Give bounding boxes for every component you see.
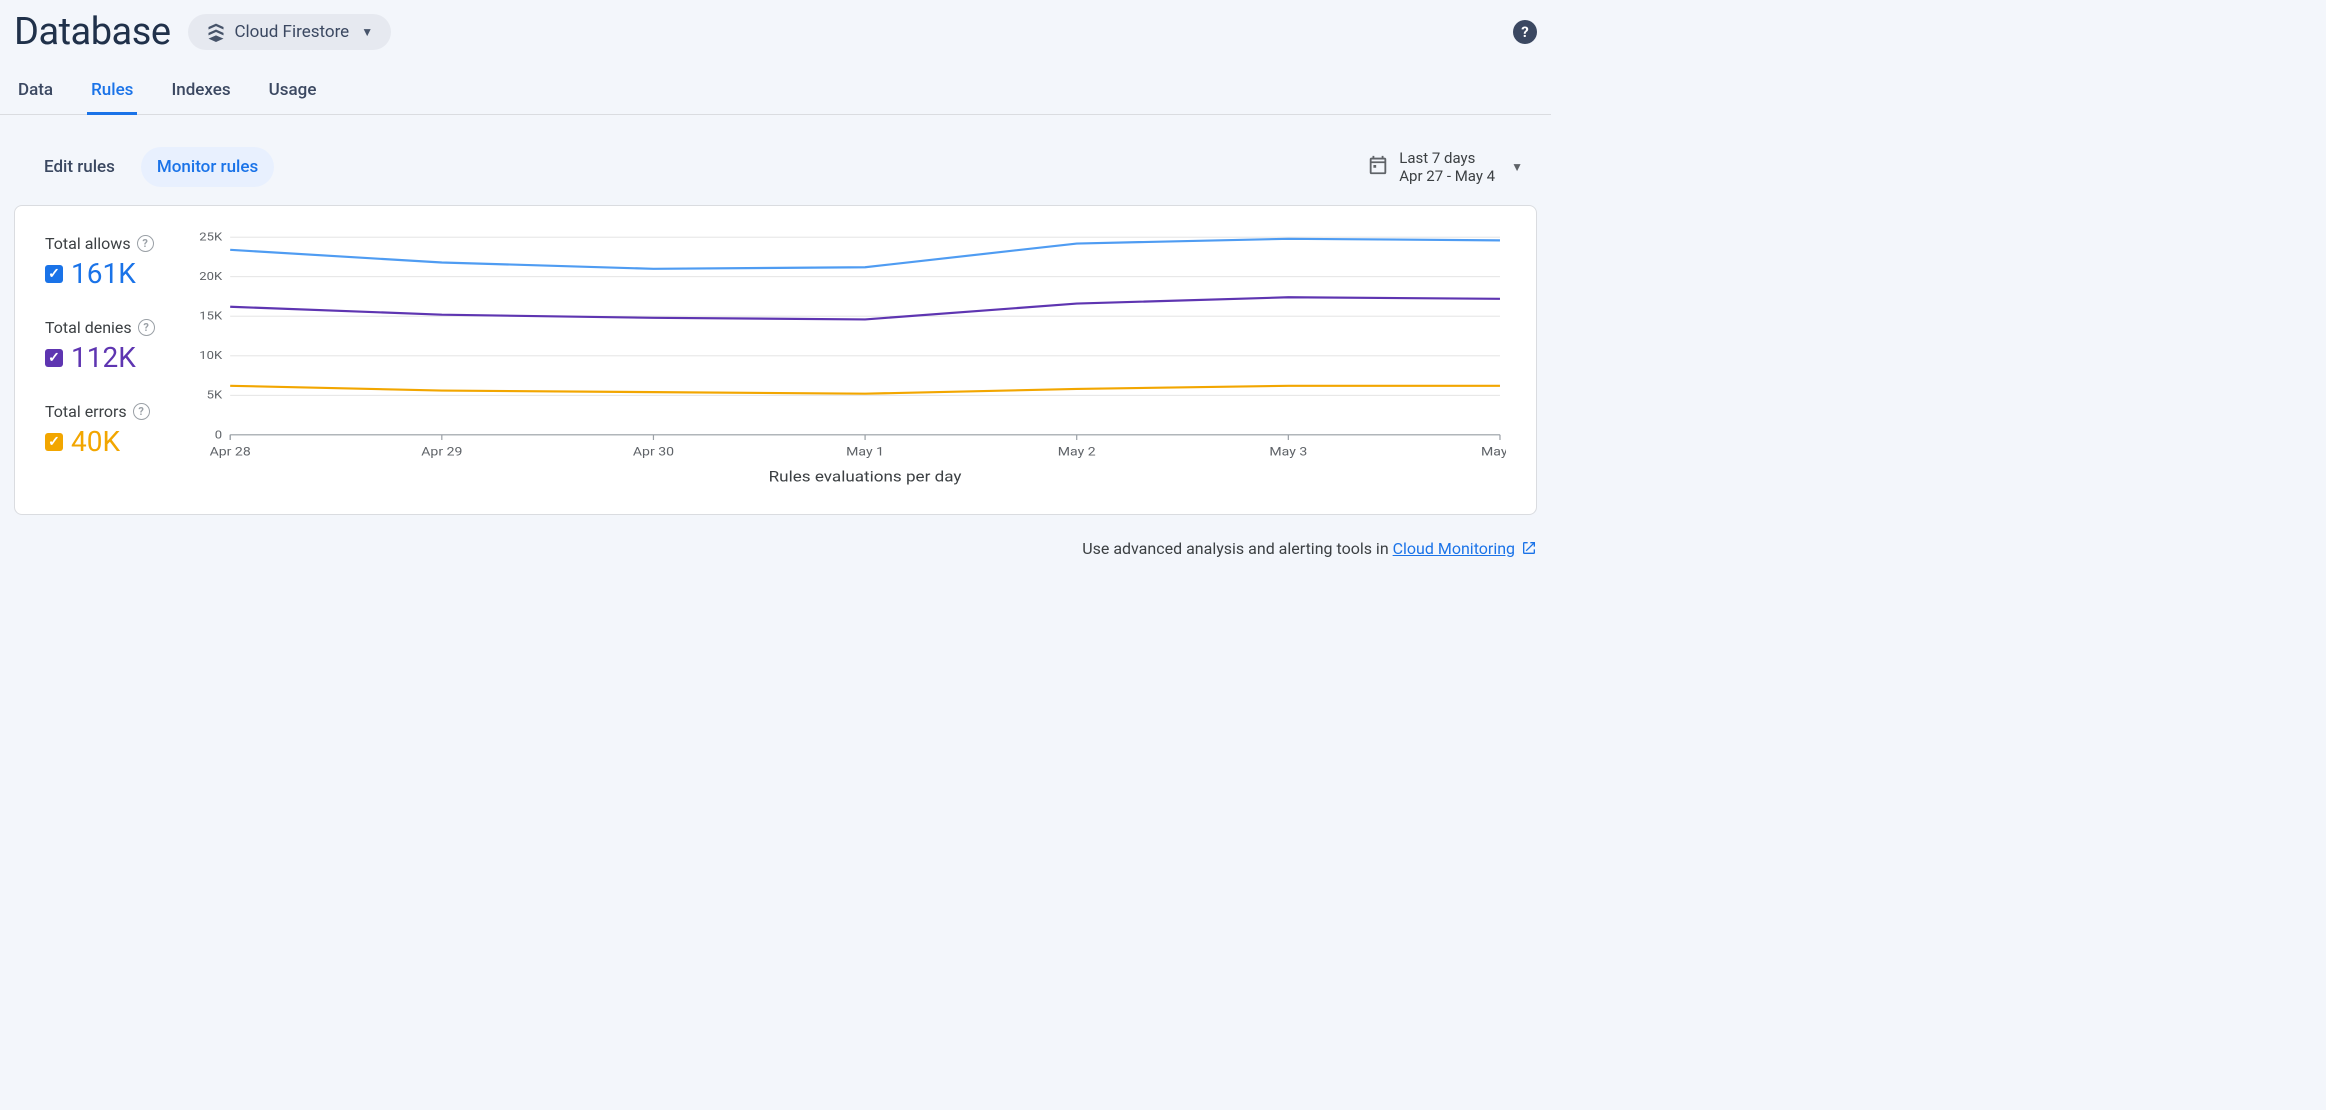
- metric-errors-checkbox[interactable]: ✓: [45, 433, 63, 451]
- info-icon[interactable]: ?: [137, 235, 154, 252]
- chart-card: Total allows ? ✓ 161K Total denies ? ✓ 1…: [14, 205, 1537, 515]
- svg-text:10K: 10K: [199, 349, 222, 362]
- metric-allows-checkbox[interactable]: ✓: [45, 265, 63, 283]
- date-range-picker[interactable]: Last 7 days Apr 27 - May 4 ▼: [1367, 149, 1523, 185]
- svg-text:May 1: May 1: [846, 445, 884, 459]
- tab-indexes[interactable]: Indexes: [167, 70, 234, 115]
- database-selector-label: Cloud Firestore: [234, 22, 349, 42]
- date-range-label: Last 7 days: [1399, 149, 1495, 167]
- tab-usage[interactable]: Usage: [265, 70, 321, 115]
- svg-text:0: 0: [215, 428, 222, 441]
- header-row: Database Cloud Firestore ▼ ?: [0, 0, 1551, 54]
- svg-text:May 3: May 3: [1269, 445, 1307, 459]
- database-selector[interactable]: Cloud Firestore ▼: [188, 14, 391, 50]
- metric-allows: Total allows ? ✓ 161K: [45, 234, 180, 290]
- chevron-down-icon: ▼: [361, 25, 373, 39]
- cloud-monitoring-link[interactable]: Cloud Monitoring: [1393, 539, 1515, 558]
- subtab-edit-rules[interactable]: Edit rules: [28, 147, 131, 187]
- metric-allows-value: 161K: [71, 257, 136, 290]
- svg-text:Apr 29: Apr 29: [421, 445, 462, 459]
- svg-text:5K: 5K: [207, 389, 223, 402]
- svg-text:Apr 28: Apr 28: [210, 445, 251, 459]
- footer-prefix: Use advanced analysis and alerting tools…: [1082, 539, 1392, 558]
- subtab-row: Edit rules Monitor rules Last 7 days Apr…: [0, 115, 1551, 199]
- calendar-icon: [1367, 154, 1389, 180]
- line-chart: 0 5K 10K 15K 20K 25K Apr 28 Apr 29 Apr 30 May 1 Ma…: [190, 232, 1506, 492]
- footer-note: Use advanced analysis and alerting tools…: [0, 515, 1551, 560]
- svg-text:Rules evaluations per day: Rules evaluations per day: [769, 468, 962, 486]
- external-link-icon: [1521, 541, 1537, 560]
- svg-text:May 4: May 4: [1481, 445, 1506, 459]
- page-title: Database: [14, 10, 170, 54]
- metric-allows-label: Total allows: [45, 234, 131, 253]
- info-icon[interactable]: ?: [138, 319, 155, 336]
- tab-rules[interactable]: Rules: [87, 70, 137, 115]
- svg-text:15K: 15K: [199, 310, 222, 323]
- help-icon[interactable]: ?: [1513, 20, 1537, 44]
- chevron-down-icon: ▼: [1511, 160, 1523, 174]
- svg-text:20K: 20K: [199, 270, 222, 283]
- chart-area: 0 5K 10K 15K 20K 25K Apr 28 Apr 29 Apr 30 May 1 Ma…: [190, 232, 1506, 492]
- metric-denies-checkbox[interactable]: ✓: [45, 349, 63, 367]
- svg-text:Apr 30: Apr 30: [633, 445, 674, 459]
- metric-denies: Total denies ? ✓ 112K: [45, 318, 180, 374]
- svg-text:25K: 25K: [199, 232, 222, 243]
- date-range-value: Apr 27 - May 4: [1399, 167, 1495, 185]
- svg-text:May 2: May 2: [1058, 445, 1096, 459]
- tab-data[interactable]: Data: [14, 70, 57, 115]
- firestore-icon: [206, 22, 226, 42]
- main-tabs: Data Rules Indexes Usage: [0, 60, 1551, 115]
- info-icon[interactable]: ?: [133, 403, 150, 420]
- metric-errors-value: 40K: [71, 425, 120, 458]
- metric-denies-label: Total denies: [45, 318, 132, 337]
- subtab-monitor-rules[interactable]: Monitor rules: [141, 147, 274, 187]
- chart-legend: Total allows ? ✓ 161K Total denies ? ✓ 1…: [45, 232, 180, 492]
- metric-denies-value: 112K: [71, 341, 136, 374]
- metric-errors-label: Total errors: [45, 402, 127, 421]
- metric-errors: Total errors ? ✓ 40K: [45, 402, 180, 458]
